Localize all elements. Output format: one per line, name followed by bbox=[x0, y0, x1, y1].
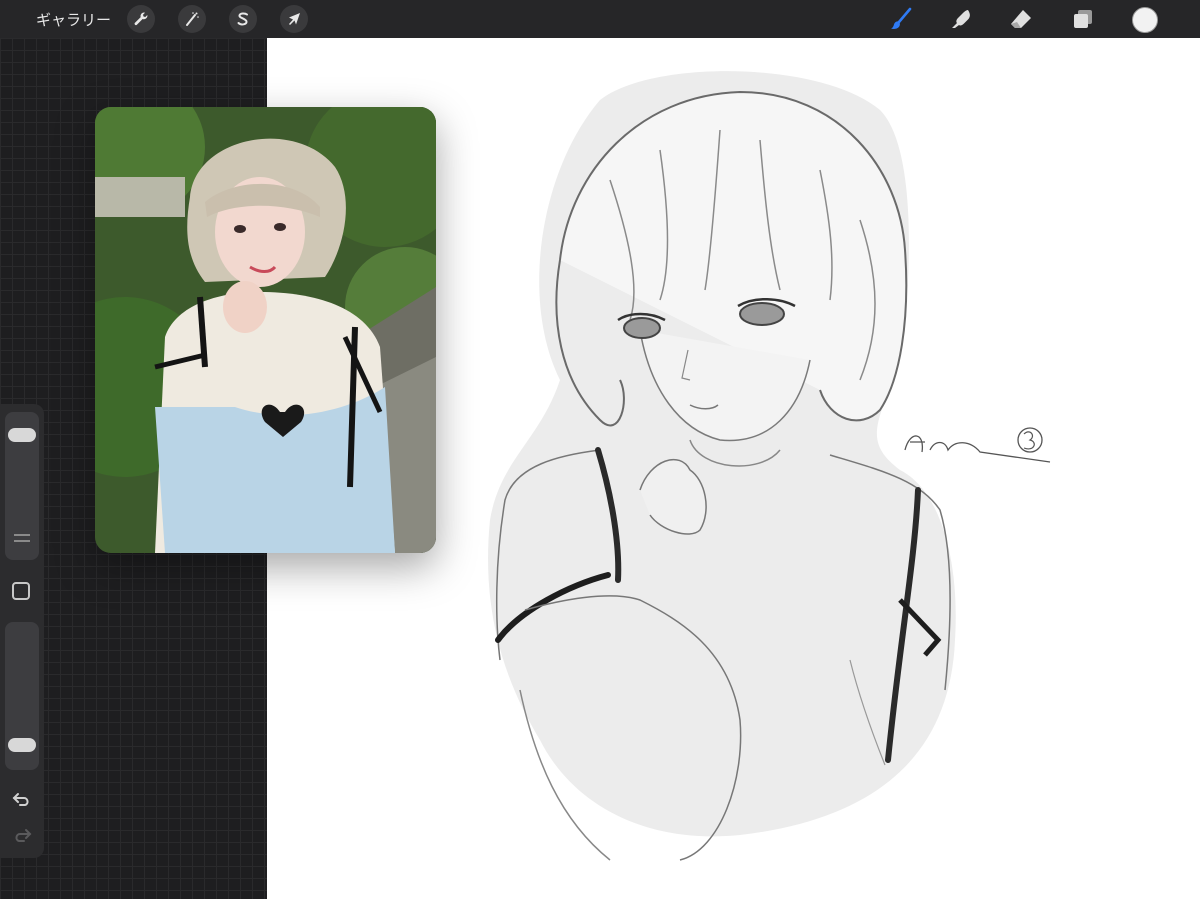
selection-button[interactable] bbox=[229, 5, 257, 33]
reference-photo-image bbox=[95, 107, 436, 553]
brush-size-thumb[interactable] bbox=[8, 428, 36, 442]
layers-button[interactable] bbox=[1069, 5, 1097, 33]
brush-icon bbox=[891, 7, 912, 29]
modify-button[interactable] bbox=[12, 582, 30, 600]
adjustments-button[interactable] bbox=[178, 5, 206, 33]
eraser-icon bbox=[1011, 10, 1031, 28]
wrench-icon bbox=[134, 12, 148, 26]
opacity-thumb[interactable] bbox=[8, 738, 36, 752]
eraser-button[interactable] bbox=[1007, 5, 1035, 33]
magic-wand-icon bbox=[186, 12, 199, 26]
signature bbox=[904, 427, 1051, 463]
redo-icon bbox=[15, 829, 32, 842]
photo-reference[interactable] bbox=[95, 107, 436, 553]
opacity-slider[interactable] bbox=[5, 622, 39, 770]
brush-button[interactable] bbox=[887, 5, 915, 33]
smudge-button[interactable] bbox=[946, 5, 974, 33]
selection-s-icon bbox=[237, 12, 248, 26]
color-button[interactable] bbox=[1132, 7, 1158, 33]
actions-button[interactable] bbox=[127, 5, 155, 33]
slider-grip bbox=[14, 540, 30, 542]
arrow-cursor-icon bbox=[289, 13, 300, 25]
redo-button[interactable] bbox=[10, 824, 34, 848]
gallery-button[interactable]: ギャラリー bbox=[36, 9, 111, 30]
transform-button[interactable] bbox=[280, 5, 308, 33]
layers-icon bbox=[1074, 10, 1092, 28]
left-sidebar bbox=[0, 404, 44, 858]
undo-icon bbox=[12, 793, 29, 806]
slider-grip bbox=[14, 534, 30, 536]
undo-button[interactable] bbox=[10, 788, 34, 812]
top-toolbar: ギャラリー bbox=[0, 0, 1200, 38]
brush-size-slider[interactable] bbox=[5, 412, 39, 560]
smudge-finger-icon bbox=[952, 10, 970, 28]
